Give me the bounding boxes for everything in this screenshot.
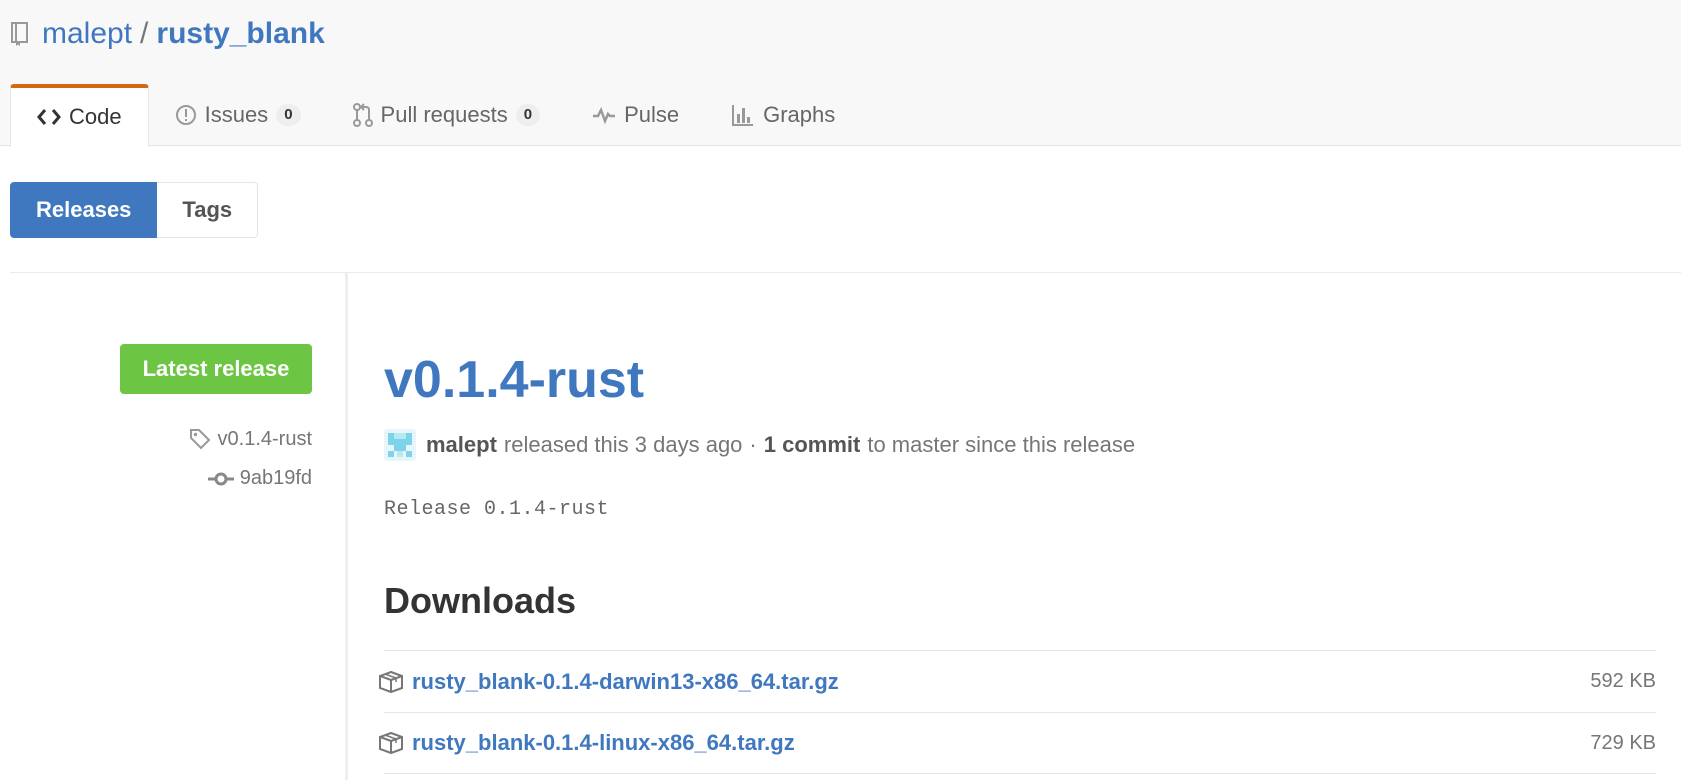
download-link[interactable]: rusty_blank-0.1.4-darwin13-x86_64.tar.gz <box>412 669 839 695</box>
releases-button[interactable]: Releases <box>10 182 158 238</box>
file-size: 592 KB <box>1590 670 1656 692</box>
since-release-text: to master since this release <box>867 432 1136 457</box>
releases-subnav: Releases Tags <box>10 182 259 238</box>
release-author-link[interactable]: malept <box>426 432 497 458</box>
repo-title: malept / rusty_blank <box>10 14 325 54</box>
tab-issues[interactable]: Issues 0 <box>149 84 327 146</box>
file-size: 729 KB <box>1590 731 1656 754</box>
list-item: rusty_blank-0.1.4-darwin13-x86_64.tar.gz… <box>379 650 1656 712</box>
repo-owner-link[interactable]: malept <box>42 17 132 51</box>
repo-icon <box>10 18 34 50</box>
tab-pulse[interactable]: Pulse <box>566 84 705 146</box>
code-icon <box>37 107 61 127</box>
repo-name-link[interactable]: rusty_blank <box>156 17 324 51</box>
issue-opened-icon <box>175 104 197 126</box>
package-icon <box>378 731 404 755</box>
release-title-link[interactable]: v0.1.4-rust <box>384 348 644 412</box>
horizontal-divider <box>10 272 1681 273</box>
tab-graphs[interactable]: Graphs <box>705 84 861 146</box>
tab-label: Issues <box>204 102 269 127</box>
tab-label: Graphs <box>763 102 836 127</box>
git-pull-request-icon <box>352 102 373 128</box>
repo-header: malept / rusty_blank Code Issues 0 Pull … <box>0 0 1681 147</box>
release-authorship: malept released this 3 days ago · 1 comm… <box>384 428 1135 462</box>
git-commit-icon <box>207 470 234 488</box>
avatar[interactable] <box>384 429 416 461</box>
tab-label: Pulse <box>624 102 680 127</box>
list-item: rusty_blank-0.1.4-linux-x86_64.tar.gz 72… <box>379 712 1656 774</box>
package-icon <box>378 670 404 694</box>
downloads-heading: Downloads <box>384 580 577 621</box>
repo-path-separator: / <box>140 17 149 50</box>
release-tag-name: v0.1.4-rust <box>217 427 312 450</box>
graph-icon <box>731 103 755 127</box>
tab-code[interactable]: Code <box>10 84 149 147</box>
downloads-list: rusty_blank-0.1.4-darwin13-x86_64.tar.gz… <box>379 650 1656 774</box>
issues-counter: 0 <box>276 104 301 126</box>
release-tag-link[interactable]: v0.1.4-rust <box>188 427 312 451</box>
pull-requests-counter: 0 <box>515 104 541 126</box>
separator-dot: · <box>749 432 757 457</box>
tags-button[interactable]: Tags <box>157 182 259 238</box>
release-timeline-line <box>345 272 348 780</box>
release-commit-link[interactable]: 9ab19fd <box>207 467 312 490</box>
tab-pull-requests[interactable]: Pull requests 0 <box>327 84 567 146</box>
commits-since-link[interactable]: 1 commit <box>764 432 861 458</box>
release-notes: Release 0.1.4-rust <box>384 498 610 521</box>
pulse-icon <box>592 105 616 125</box>
tab-label: Pull requests <box>380 102 508 127</box>
download-link[interactable]: rusty_blank-0.1.4-linux-x86_64.tar.gz <box>412 730 795 756</box>
release-commit-sha: 9ab19fd <box>239 467 312 489</box>
tab-label: Code <box>69 104 122 129</box>
tag-icon <box>188 427 212 451</box>
repo-nav-tabs: Code Issues 0 Pull requests 0 Pulse Grap… <box>10 84 861 147</box>
latest-release-badge: Latest release <box>120 344 312 394</box>
released-time-text: released this 3 days ago <box>503 432 743 457</box>
